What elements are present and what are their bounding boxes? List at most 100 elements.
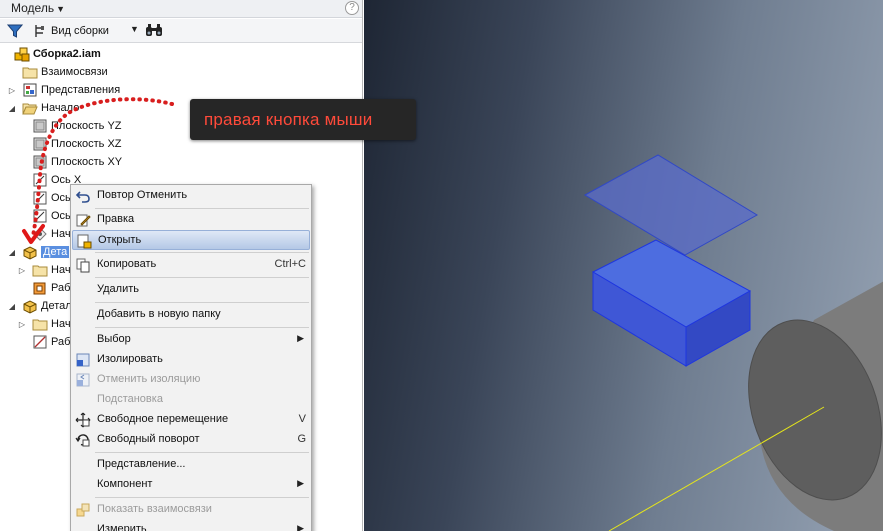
menu-item-component[interactable]: Компонент ▶ — [72, 475, 310, 495]
tree-item-assembly[interactable]: Сборка2.iam — [14, 45, 101, 63]
tree-item-part-1[interactable]: ◢ Дета — [9, 243, 70, 261]
menu-item-open[interactable]: Открыть — [72, 230, 310, 250]
context-menu: Повтор Отменить Правка Открыть Копироват… — [70, 184, 312, 531]
menu-separator — [95, 452, 309, 453]
tree-item-label: Плоскость YZ — [51, 120, 122, 132]
menu-item-shortcut: Ctrl+C — [274, 258, 306, 270]
tree-item-label: Взаимосвязи — [41, 66, 108, 78]
menu-item-representation[interactable]: Представление... — [72, 455, 310, 475]
axis-icon — [32, 172, 48, 188]
menu-item-free-move[interactable]: Свободное перемещение V — [72, 410, 310, 430]
menu-item-label: Свободное перемещение — [97, 413, 229, 425]
isolate-icon — [75, 352, 91, 368]
menu-item-isolate[interactable]: Изолировать — [72, 350, 310, 370]
menu-item-label: Представление... — [97, 458, 186, 470]
menu-separator — [95, 277, 309, 278]
tree-item-label: Сборка2.iam — [33, 48, 101, 60]
menu-item-label: Открыть — [98, 234, 142, 246]
folder-icon — [32, 262, 48, 278]
filter-icon[interactable] — [6, 23, 24, 39]
binoculars-icon[interactable] — [145, 23, 163, 37]
representations-icon — [22, 82, 38, 98]
expand-icon[interactable]: ▷ — [18, 266, 26, 275]
menu-item-label: Измерить — [97, 523, 147, 531]
menu-separator — [95, 208, 309, 209]
tree-item-origin[interactable]: ◢ Начало — [9, 99, 80, 117]
workpiece-icon — [32, 280, 48, 296]
tree-item-label: Раб — [51, 336, 71, 348]
collapse-icon[interactable]: ◢ — [8, 104, 16, 113]
axis-icon — [32, 190, 48, 206]
annotation-callout: правая кнопка мыши — [190, 99, 416, 140]
3d-scene — [583, 154, 883, 531]
tree-item-label: Плоскость XZ — [51, 138, 122, 150]
tree-item-plane-yz[interactable]: Плоскость YZ — [32, 117, 122, 135]
tree-item-plane-xy[interactable]: Плоскость XY — [32, 153, 122, 171]
tree-item-plane-xz[interactable]: Плоскость XZ — [32, 135, 122, 153]
submenu-arrow-icon: ▶ — [297, 333, 304, 343]
tree-item-label: Дета — [41, 246, 70, 258]
assembly-view-label: Вид сборки — [51, 25, 109, 37]
tree-item-label: Начало — [41, 102, 80, 114]
work-plane — [583, 154, 758, 256]
assembly-icon — [14, 46, 30, 62]
part-icon — [22, 298, 38, 314]
graphics-viewport[interactable] — [364, 0, 883, 531]
folder-icon — [32, 316, 48, 332]
submenu-arrow-icon: ▶ — [297, 523, 304, 531]
chevron-down-icon: ▼ — [56, 4, 65, 14]
panel-title-dropdown[interactable]: Модель ▼ — [11, 1, 65, 15]
tree-item-axis-z[interactable]: Ось — [32, 207, 71, 225]
relations-icon — [75, 502, 91, 518]
menu-item-show-relations[interactable]: Показать взаимосвязи — [72, 500, 310, 520]
plane-icon — [32, 118, 48, 134]
menu-item-undo-isolate[interactable]: Отменить изоляцию — [72, 370, 310, 390]
menu-separator — [95, 497, 309, 498]
menu-item-label: Компонент — [97, 478, 153, 490]
help-icon[interactable]: ? — [345, 1, 359, 15]
tree-item-label: Плоскость XY — [51, 156, 123, 168]
tree-item-part-2-sketch[interactable]: Раб — [32, 333, 70, 351]
collapse-icon[interactable]: ◢ — [8, 248, 16, 257]
expand-icon[interactable]: ▷ — [8, 86, 16, 95]
collapse-icon[interactable]: ◢ — [8, 302, 16, 311]
expand-icon[interactable]: ▷ — [18, 320, 26, 329]
menu-item-copy[interactable]: Копировать Ctrl+C — [72, 255, 310, 275]
menu-item-substitute[interactable]: Подстановка — [72, 390, 310, 410]
plane-icon — [32, 136, 48, 152]
menu-separator — [95, 252, 309, 253]
plane-icon — [32, 154, 48, 170]
open-icon — [76, 233, 92, 249]
tree-item-label: Ось — [51, 192, 71, 204]
move-icon — [75, 412, 91, 428]
point-icon — [32, 226, 48, 242]
tree-item-label: Раб — [51, 282, 71, 294]
menu-item-edit[interactable]: Правка — [72, 210, 310, 230]
tree-item-axis-y[interactable]: Ось — [32, 189, 71, 207]
menu-item-measure[interactable]: Измерить ▶ — [72, 520, 310, 531]
tree-item-constraints[interactable]: Взаимосвязи — [22, 63, 108, 81]
part-icon — [22, 244, 38, 260]
menu-separator — [95, 302, 309, 303]
tree-item-representations[interactable]: ▷ Представления — [9, 81, 120, 99]
menu-item-label: Отменить изоляцию — [97, 373, 201, 385]
menu-item-delete[interactable]: Удалить — [72, 280, 310, 300]
tree-item-part-1-workpiece[interactable]: Раб — [32, 279, 70, 297]
menu-item-select[interactable]: Выбор ▶ — [72, 330, 310, 350]
callout-text: правая кнопка мыши — [204, 110, 373, 129]
menu-item-label: Подстановка — [97, 393, 163, 405]
axis-icon — [32, 208, 48, 224]
menu-item-label: Выбор — [97, 333, 131, 345]
menu-item-label: Показать взаимосвязи — [97, 503, 212, 515]
chevron-down-icon[interactable]: ▼ — [130, 24, 139, 34]
undo-icon — [75, 188, 91, 204]
undo-isolate-icon — [75, 372, 91, 388]
tree-item-label: Ось — [51, 210, 71, 222]
browser-toolbar: Вид сборки ▼ — [0, 19, 362, 43]
menu-item-redo-undo[interactable]: Повтор Отменить — [72, 186, 310, 206]
menu-item-label: Добавить в новую папку — [97, 308, 221, 320]
assembly-view-button[interactable]: Вид сборки — [34, 22, 109, 40]
panel-title-label: Модель — [11, 1, 55, 15]
menu-item-add-to-folder[interactable]: Добавить в новую папку — [72, 305, 310, 325]
menu-item-free-rotate[interactable]: Свободный поворот G — [72, 430, 310, 450]
